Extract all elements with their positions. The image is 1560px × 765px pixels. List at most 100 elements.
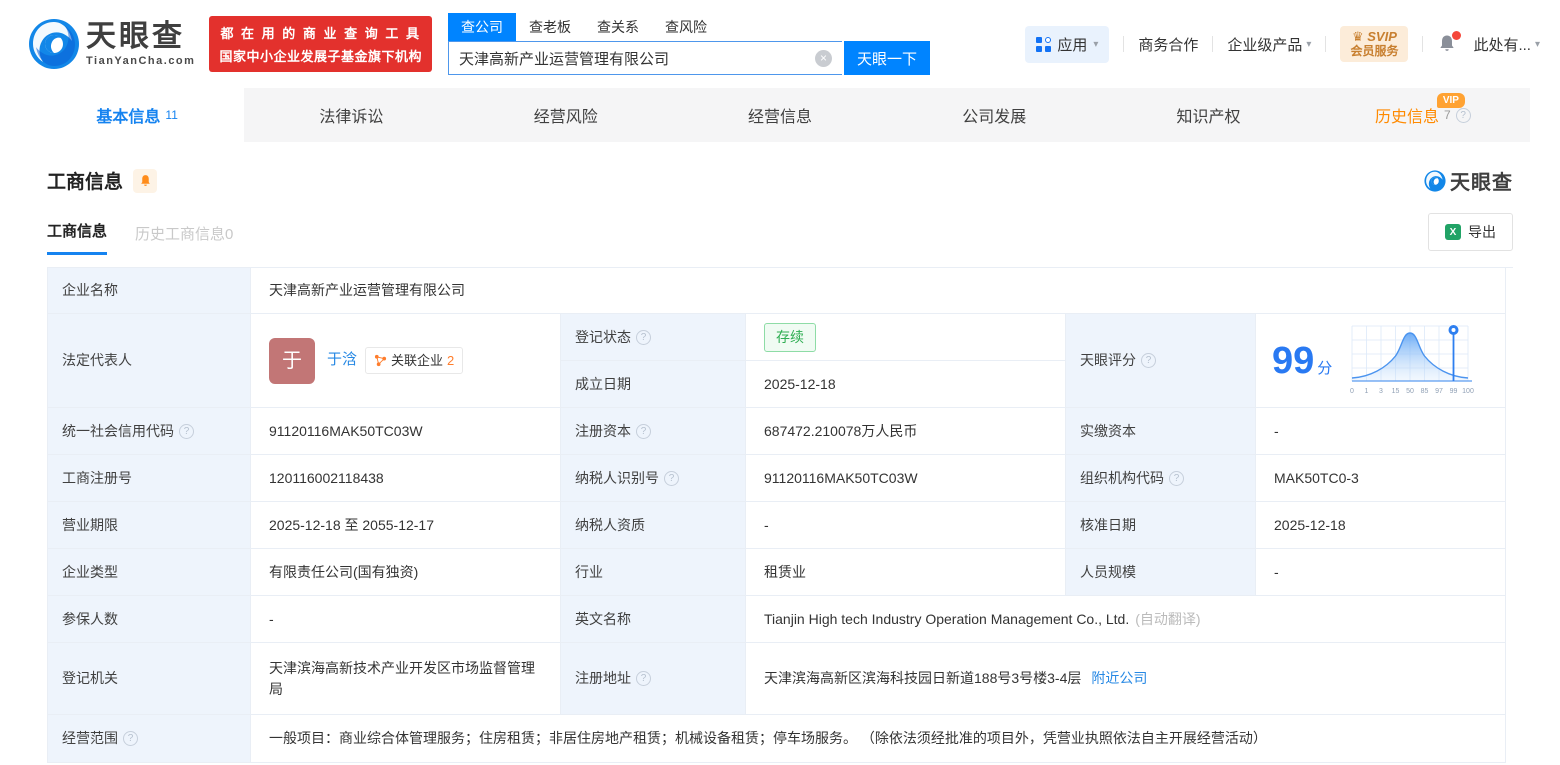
taxpayer-id-value: 91120116MAK50TC03W [746, 455, 1066, 502]
tab-intellectual-property[interactable]: 知识产权 [1101, 88, 1315, 142]
tab-history-info[interactable]: VIP 历史信息 7 ? [1316, 88, 1530, 142]
tab-label: 公司发展 [962, 109, 1027, 126]
promo-slogan-badge: 都 在 用 的 商 业 查 询 工 具 国家中小企业发展子基金旗下机构 [209, 16, 432, 72]
tab-count: 7 [1443, 108, 1451, 122]
legal-rep-cell: 于 于浛 关联企业 2 [251, 314, 561, 408]
notification-bell-button[interactable] [1437, 31, 1462, 55]
establish-date-value: 2025-12-18 [746, 361, 1066, 408]
score-distribution-chart: 0 1 3 15 50 85 97 99 100 [1350, 324, 1474, 395]
reg-number-label: 工商注册号 [48, 455, 251, 502]
establish-date-label: 成立日期 [561, 361, 746, 408]
insured-count-label: 参保人数 [48, 596, 251, 643]
svg-text:99: 99 [1450, 388, 1458, 395]
staff-size-value: - [1256, 549, 1506, 596]
tab-label: 经营信息 [747, 109, 812, 126]
tab-label: 经营风险 [533, 109, 598, 126]
search-tabs: 查公司 查老板 查关系 查风险 [447, 13, 930, 41]
help-icon[interactable]: ? [636, 423, 651, 439]
help-icon[interactable]: ? [1169, 470, 1184, 486]
nav-business-cooperation[interactable]: 商务合作 [1138, 34, 1198, 55]
nav-enterprise-products[interactable]: 企业级产品 ▾ [1227, 34, 1311, 55]
help-icon[interactable]: ? [1141, 353, 1156, 368]
svg-text:85: 85 [1421, 388, 1429, 395]
export-button[interactable]: X 导出 [1428, 213, 1513, 251]
help-icon[interactable]: ? [179, 423, 194, 439]
related-companies-badge[interactable]: 关联企业 2 [365, 346, 464, 375]
registered-capital-label: 注册资本? [561, 408, 746, 455]
subtab-history-business-info[interactable]: 历史工商信息0 [135, 223, 233, 255]
subtab-business-info[interactable]: 工商信息 [47, 220, 108, 255]
enterprise-label: 企业级产品 [1227, 36, 1303, 54]
staff-size-label: 人员规模 [1066, 549, 1256, 596]
tianyancha-logo[interactable]: 天眼查 TianYanCha.com [28, 18, 195, 70]
user-menu-label: 此处有... [1473, 36, 1531, 54]
reg-address-value: 天津滨海高新区滨海科技园日新道188号3号楼3-4层 附近公司 [746, 643, 1506, 715]
credit-code-label: 统一社会信用代码? [48, 408, 251, 455]
search-tab-relation[interactable]: 查关系 [584, 13, 652, 41]
search-tab-boss[interactable]: 查老板 [516, 13, 584, 41]
tab-operating-info[interactable]: 经营信息 [673, 88, 887, 142]
monitor-bell-button[interactable] [133, 168, 158, 193]
user-menu[interactable]: 此处有... ▾ [1473, 34, 1540, 55]
search-tab-company[interactable]: 查公司 [447, 13, 516, 41]
vip-badge: VIP [1436, 93, 1465, 108]
reg-number-value: 120116002118438 [251, 455, 561, 502]
approval-date-label: 核准日期 [1066, 502, 1256, 549]
help-icon[interactable]: ? [1455, 107, 1471, 123]
search-tab-risk[interactable]: 查风险 [652, 13, 720, 41]
help-icon[interactable]: ? [636, 329, 651, 345]
related-count: 2 [447, 352, 455, 368]
promo-line1: 都 在 用 的 商 业 查 询 工 具 [220, 26, 421, 41]
apps-menu-button[interactable]: 应用 ▾ [1025, 25, 1110, 63]
score-value: 99 分 [1272, 339, 1333, 382]
chevron-down-icon: ▾ [1306, 38, 1312, 50]
divider [1123, 36, 1125, 52]
search-input[interactable] [458, 49, 815, 67]
watermark-text: 天眼查 [1450, 172, 1513, 194]
svg-text:1: 1 [1365, 388, 1369, 395]
chevron-down-icon: ▾ [1534, 38, 1540, 50]
tab-count: 11 [165, 108, 178, 122]
tab-legal-proceedings[interactable]: 法律诉讼 [244, 88, 458, 142]
search-button[interactable]: 天眼一下 [843, 41, 930, 75]
main-content: 工商信息 天眼查 工商信息 历史工商信息0 X 导出 企业名称 天津高新产业运营… [0, 166, 1560, 763]
tab-company-development[interactable]: 公司发展 [887, 88, 1101, 142]
tianyancha-logo-icon [1424, 169, 1446, 192]
section-title: 工商信息 [47, 172, 124, 193]
divider [1212, 36, 1214, 52]
reg-authority-value: 天津滨海高新技术产业开发区市场监督管理局 [251, 643, 561, 715]
help-icon[interactable]: ? [636, 671, 651, 686]
tab-basic-info[interactable]: 基本信息 11 [30, 88, 245, 142]
score-cell: 99 分 0 1 3 15 50 85 97 99 100 [1256, 314, 1506, 408]
legal-rep-name-link[interactable]: 于浛 [327, 349, 357, 372]
business-scope-label: 经营范围? [48, 715, 251, 763]
paid-capital-value: - [1256, 408, 1506, 455]
apps-label: 应用 [1057, 36, 1088, 54]
auto-translate-note: (自动翻译) [1135, 610, 1201, 627]
reg-status-cell: 存续 [746, 314, 1066, 361]
taxpayer-quality-value: - [746, 502, 1066, 549]
business-info-table: 企业名称 天津高新产业运营管理有限公司 法定代表人 于 于浛 关联企业 2 登记… [47, 267, 1513, 763]
legal-rep-avatar[interactable]: 于 [269, 337, 315, 384]
svg-text:3: 3 [1379, 388, 1383, 395]
brand-domain: TianYanCha.com [86, 54, 196, 67]
help-icon[interactable]: ? [123, 731, 138, 746]
export-label: 导出 [1468, 224, 1496, 240]
company-name-value: 天津高新产业运营管理有限公司 [251, 268, 1506, 314]
business-term-label: 营业期限 [48, 502, 251, 549]
help-icon[interactable]: ? [664, 470, 679, 486]
svip-member-button[interactable]: ♛ SVIP 会员服务 [1340, 25, 1409, 63]
tab-label: 法律诉讼 [319, 109, 384, 126]
nearby-companies-link[interactable]: 附近公司 [1091, 668, 1147, 689]
business-term-value: 2025-12-18 至 2055-12-17 [251, 502, 561, 549]
clear-search-icon[interactable]: × [814, 49, 832, 67]
related-network-icon [374, 354, 387, 367]
insured-count-value: - [251, 596, 561, 643]
tab-label: 知识产权 [1176, 109, 1241, 126]
apps-grid-icon [1036, 36, 1052, 52]
svip-sublabel: 会员服务 [1350, 43, 1399, 58]
svg-text:0: 0 [1350, 388, 1354, 395]
reg-address-label: 注册地址? [561, 643, 746, 715]
legal-rep-label: 法定代表人 [48, 314, 251, 408]
tab-operating-risk[interactable]: 经营风险 [459, 88, 673, 142]
